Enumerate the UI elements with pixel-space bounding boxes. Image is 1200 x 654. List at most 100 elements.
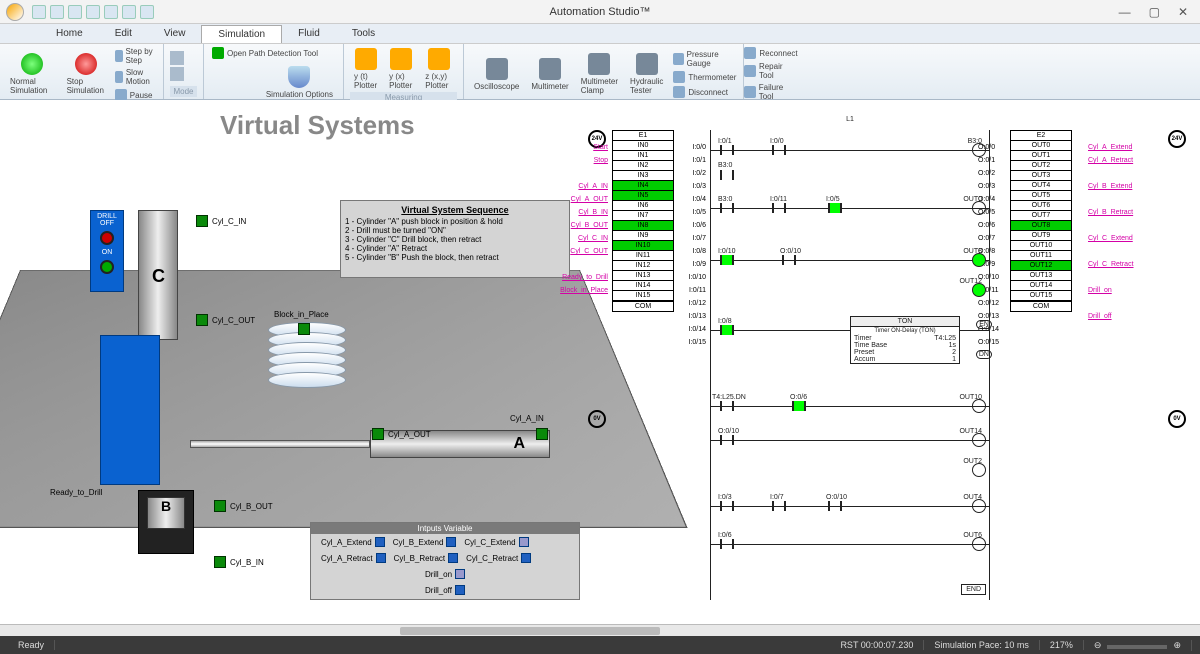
menu-bar: Home Edit View Simulation Fluid Tools bbox=[0, 24, 1200, 44]
plc-port-label: I:0/14 bbox=[678, 326, 706, 333]
hydraulic-tester-button[interactable]: Hydraulic Tester bbox=[626, 51, 667, 97]
qat-btn[interactable] bbox=[86, 5, 100, 19]
coil bbox=[972, 433, 986, 447]
coil-on bbox=[972, 253, 986, 267]
step-by-step-button[interactable]: Step by Step bbox=[113, 46, 157, 66]
slow-motion-button[interactable]: Slow Motion bbox=[113, 67, 157, 87]
gauge-icon bbox=[673, 53, 683, 65]
qat-btn[interactable] bbox=[50, 5, 64, 19]
contact bbox=[778, 255, 800, 265]
mode-icon[interactable] bbox=[170, 67, 184, 81]
ribbon-group-mode: Mode bbox=[164, 44, 204, 99]
ribbon: Normal Simulation Stop Simulation Step b… bbox=[0, 44, 1200, 100]
normal-simulation-button[interactable]: Normal Simulation bbox=[6, 51, 59, 97]
sensor-cyl-a-in-sq bbox=[536, 428, 548, 440]
title-bar: Automation Studio™ — ▢ ✕ bbox=[0, 0, 1200, 24]
drill-control-panel[interactable]: DRILL OFF ON bbox=[90, 210, 124, 292]
yt-plotter-button[interactable]: y (t) Plotter bbox=[350, 46, 381, 92]
tab-fluid[interactable]: Fluid bbox=[282, 25, 336, 42]
tab-home[interactable]: Home bbox=[40, 25, 99, 42]
drill-on-button[interactable] bbox=[100, 260, 114, 274]
tab-view[interactable]: View bbox=[148, 25, 202, 42]
coil bbox=[972, 143, 986, 157]
disconnect-button[interactable]: Disconnect bbox=[671, 85, 738, 99]
plotter-icon bbox=[428, 48, 450, 70]
cylinder-b bbox=[138, 490, 194, 554]
failure-icon bbox=[744, 86, 755, 98]
plc-row: OUT2 bbox=[1010, 161, 1072, 171]
plc-port-label: I:0/6 bbox=[678, 222, 706, 229]
thermometer-button[interactable]: Thermometer bbox=[671, 70, 738, 84]
stop-icon bbox=[75, 53, 97, 75]
signal-label: Cyl_B_Retract bbox=[1088, 209, 1133, 216]
qat-btn[interactable] bbox=[32, 5, 46, 19]
zxy-plotter-button[interactable]: z (x,y) Plotter bbox=[421, 46, 457, 92]
plc-row: OUT10 bbox=[1010, 241, 1072, 251]
zoom-slider[interactable] bbox=[1107, 645, 1167, 649]
contact bbox=[716, 539, 738, 549]
oscilloscope-button[interactable]: Oscilloscope bbox=[470, 56, 523, 93]
multimeter-clamp-button[interactable]: Multimeter Clamp bbox=[577, 51, 622, 97]
plc-port-label: I:0/2 bbox=[678, 170, 706, 177]
plc-row: IN1 bbox=[612, 151, 674, 161]
pressure-gauge-button[interactable]: Pressure Gauge bbox=[671, 49, 738, 69]
horizontal-scrollbar[interactable] bbox=[0, 624, 1200, 636]
cylinder-a-rod bbox=[190, 440, 370, 448]
ribbon-group-measuring: y (t) Plotter y (x) Plotter z (x,y) Plot… bbox=[344, 44, 464, 99]
signal-label: Start bbox=[550, 144, 608, 151]
plc-row: OUT5 bbox=[1010, 191, 1072, 201]
qat-btn[interactable] bbox=[104, 5, 118, 19]
status-bar: Ready RST 00:00:07.230 Simulation Pace: … bbox=[0, 636, 1200, 654]
sensor-cyl-a-out: Cyl_A_OUT bbox=[372, 428, 431, 440]
diagram-title: Virtual Systems bbox=[220, 110, 415, 141]
scrollbar-thumb[interactable] bbox=[400, 627, 660, 635]
ribbon-group-control: Normal Simulation Stop Simulation Step b… bbox=[0, 44, 164, 99]
signal-label: Cyl_B_IN bbox=[550, 209, 608, 216]
signal-label: Cyl_B_OUT bbox=[550, 222, 608, 229]
plc-row: IN5 bbox=[612, 191, 674, 201]
sensor-cyl-a-in: Cyl_A_IN bbox=[510, 414, 544, 423]
tab-simulation[interactable]: Simulation bbox=[201, 25, 282, 43]
signal-label: Block_in_Place bbox=[550, 287, 608, 294]
qat-btn[interactable] bbox=[68, 5, 82, 19]
zoom-out-icon[interactable]: ⊖ bbox=[1094, 640, 1102, 651]
plc-row: IN4 bbox=[612, 181, 674, 191]
contact bbox=[788, 401, 810, 411]
plc-port-label: I:0/9 bbox=[678, 261, 706, 268]
minimize-button[interactable]: — bbox=[1119, 5, 1131, 19]
window-buttons: — ▢ ✕ bbox=[1119, 5, 1194, 19]
tab-tools[interactable]: Tools bbox=[336, 25, 391, 42]
multimeter-button[interactable]: Multimeter bbox=[527, 56, 572, 93]
contact bbox=[768, 145, 790, 155]
workspace-canvas[interactable]: Virtual Systems DRILL OFF ON Cyl_C_IN Cy… bbox=[0, 100, 1200, 630]
ribbon-group-troubleshooting: Oscilloscope Multimeter Multimeter Clamp… bbox=[464, 44, 744, 99]
open-path-detection-button[interactable]: Open Path Detection Tool bbox=[210, 46, 320, 60]
stop-simulation-button[interactable]: Stop Simulation bbox=[63, 51, 109, 97]
plc-module-e2: E2 OUT0OUT1OUT2OUT3OUT4OUT5OUT6OUT7OUT8O… bbox=[1010, 130, 1072, 312]
plc-row: IN7 bbox=[612, 211, 674, 221]
coil-on bbox=[972, 283, 986, 297]
repair-tool-button[interactable]: Repair Tool bbox=[742, 61, 799, 81]
tab-edit[interactable]: Edit bbox=[99, 25, 148, 42]
plc-row: OUT4 bbox=[1010, 181, 1072, 191]
maximize-button[interactable]: ▢ bbox=[1149, 5, 1160, 19]
drill-off-button[interactable] bbox=[100, 231, 114, 245]
contact bbox=[716, 401, 738, 411]
zoom-controls[interactable]: ⊖ ⊕ bbox=[1084, 640, 1192, 651]
signal-label: Cyl_A_Retract bbox=[1088, 157, 1133, 164]
reconnect-button[interactable]: Reconnect bbox=[742, 46, 799, 60]
yx-plotter-button[interactable]: y (x) Plotter bbox=[385, 46, 417, 92]
failure-tool-button[interactable]: Failure Tool bbox=[742, 82, 799, 102]
zoom-in-icon[interactable]: ⊕ bbox=[1173, 640, 1181, 651]
qat-btn[interactable] bbox=[140, 5, 154, 19]
signal-label: Cyl_C_Retract bbox=[1088, 261, 1134, 268]
plc-port-label: I:0/13 bbox=[678, 313, 706, 320]
mode-icon[interactable] bbox=[170, 51, 184, 65]
qat-btn[interactable] bbox=[122, 5, 136, 19]
close-button[interactable]: ✕ bbox=[1178, 5, 1188, 19]
sensor-ready-to-drill: Ready_to_Drill bbox=[50, 488, 102, 497]
plc-row: IN8 bbox=[612, 221, 674, 231]
quick-access-toolbar[interactable] bbox=[32, 5, 154, 19]
simulation-options-button[interactable]: Simulation Options bbox=[262, 64, 337, 101]
voltage-0v-icon: 0V bbox=[588, 410, 606, 428]
